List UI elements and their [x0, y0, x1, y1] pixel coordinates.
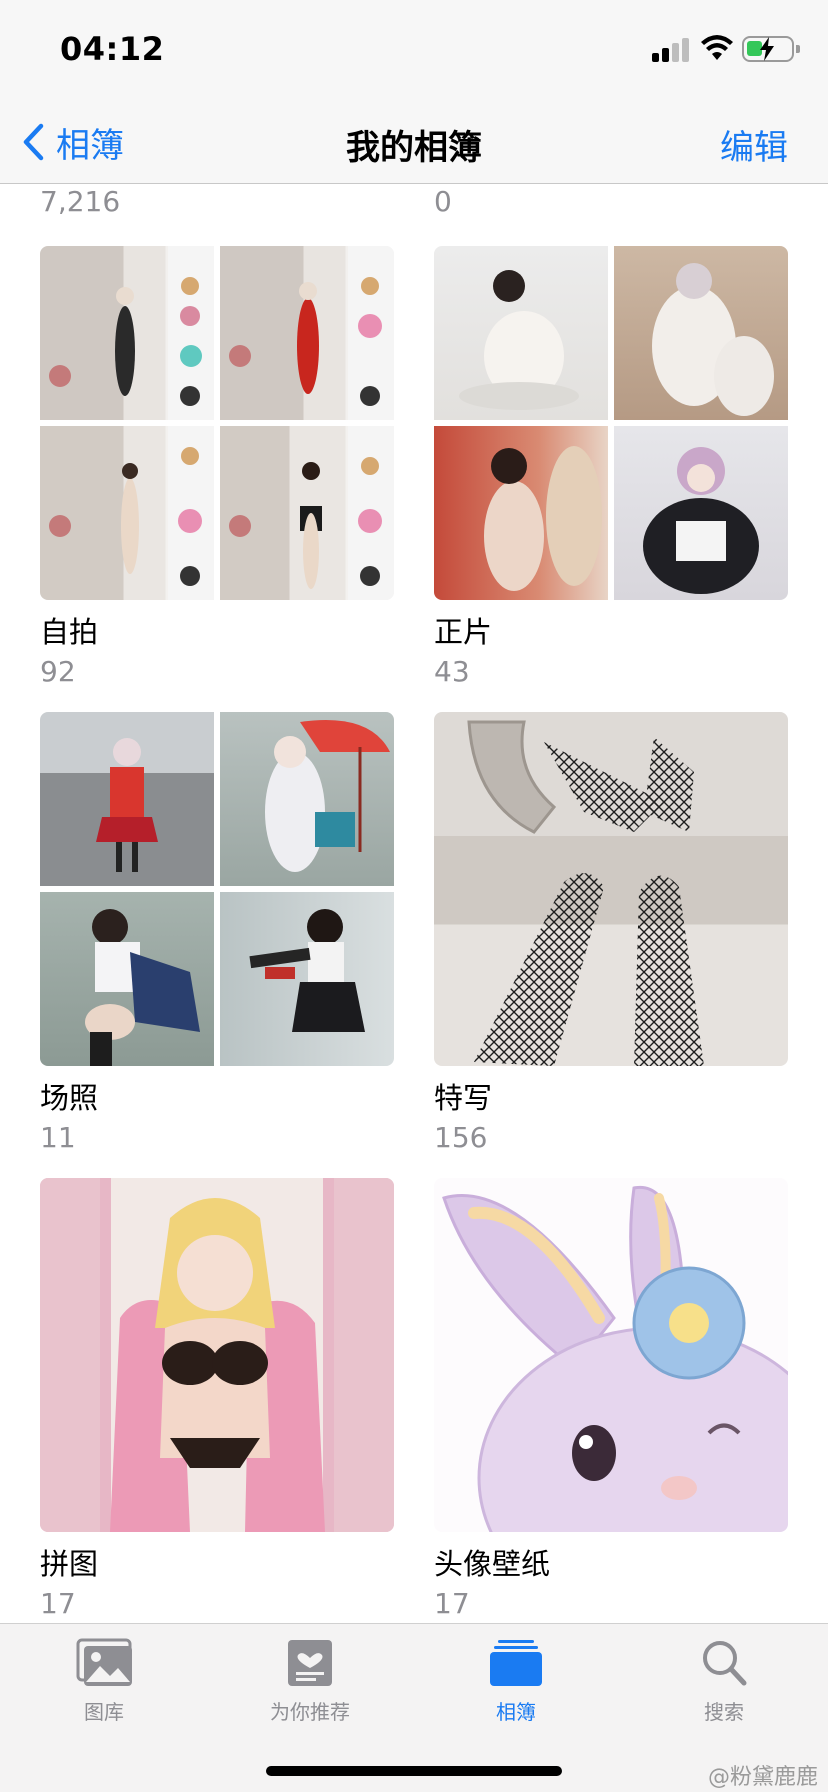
tab-label: 相簿 [496, 1700, 536, 1724]
album-count: 17 [434, 1587, 470, 1620]
albums-scroll-area[interactable]: 7,216 0 自拍 92 正片 43 场照 11 特写 156 拼图 17 头… [0, 185, 828, 1623]
album-count: 11 [40, 1121, 76, 1154]
watermark: @粉黛鹿鹿 [707, 1765, 818, 1790]
status-bar: 04:12 [0, 0, 828, 100]
wifi-icon [700, 34, 734, 66]
album-name: 正片 [434, 615, 493, 649]
album-count: 43 [434, 655, 470, 688]
album-thumbnail-grid[interactable] [40, 712, 394, 1066]
photo-library-icon [76, 1638, 132, 1686]
album-photo [40, 712, 214, 886]
album-photo [434, 1178, 788, 1532]
album-photo [434, 426, 608, 600]
album-thumbnail-grid[interactable] [40, 246, 394, 600]
album-name: 拼图 [40, 1547, 99, 1581]
albums-icon [490, 1640, 542, 1686]
battery-icon [742, 36, 800, 62]
album-official[interactable]: 正片 43 [434, 246, 788, 692]
album-photo [220, 712, 394, 886]
tab-library[interactable]: 图库 [34, 1638, 174, 1725]
tab-label: 图库 [84, 1700, 124, 1724]
album-name: 自拍 [40, 615, 99, 649]
for-you-icon [288, 1640, 332, 1686]
album-count: 156 [434, 1121, 488, 1154]
charging-bolt-icon [760, 37, 774, 61]
tab-label: 为你推荐 [270, 1700, 350, 1724]
album-photo [434, 246, 608, 420]
album-collage[interactable]: 拼图 17 [40, 1178, 394, 1623]
album-closeups[interactable]: 特写 156 [434, 712, 788, 1158]
album-photo [220, 892, 394, 1066]
navigation-bar: 相簿 我的相簿 编辑 [0, 100, 828, 184]
tab-for-you[interactable]: 为你推荐 [240, 1638, 380, 1725]
album-count: 7,216 [40, 185, 121, 218]
album-name: 特写 [434, 1081, 493, 1115]
search-icon [703, 1641, 747, 1686]
tab-albums[interactable]: 相簿 [446, 1638, 586, 1725]
album-count: 0 [434, 185, 452, 218]
album-photo [434, 712, 788, 1066]
album-name: 头像壁纸 [434, 1547, 551, 1581]
tab-label: 搜索 [704, 1700, 744, 1724]
album-photo [40, 426, 214, 600]
album-photo [40, 246, 214, 420]
status-time: 04:12 [60, 30, 165, 68]
cellular-signal-icon [652, 36, 692, 62]
album-selfies[interactable]: 自拍 92 [40, 246, 394, 692]
album-count: 17 [40, 1587, 76, 1620]
page-title: 我的相簿 [346, 128, 482, 168]
edit-button[interactable]: 编辑 [720, 120, 788, 169]
tab-bar: 图库 为你推荐 相簿 搜索 @粉黛鹿鹿 [0, 1623, 828, 1792]
album-photo [220, 246, 394, 420]
album-count: 92 [40, 655, 76, 688]
album-photo [220, 426, 394, 600]
home-indicator[interactable] [266, 1766, 562, 1776]
album-thumbnail-grid[interactable] [434, 246, 788, 600]
album-event-photos[interactable]: 场照 11 [40, 712, 394, 1158]
album-avatars-wallpapers[interactable]: 头像壁纸 17 [434, 1178, 788, 1623]
tab-search[interactable]: 搜索 [654, 1638, 794, 1725]
album-photo [614, 246, 788, 420]
album-photo [40, 1178, 394, 1532]
album-photo [614, 426, 788, 600]
album-name: 场照 [40, 1081, 99, 1115]
album-photo [40, 892, 214, 1066]
